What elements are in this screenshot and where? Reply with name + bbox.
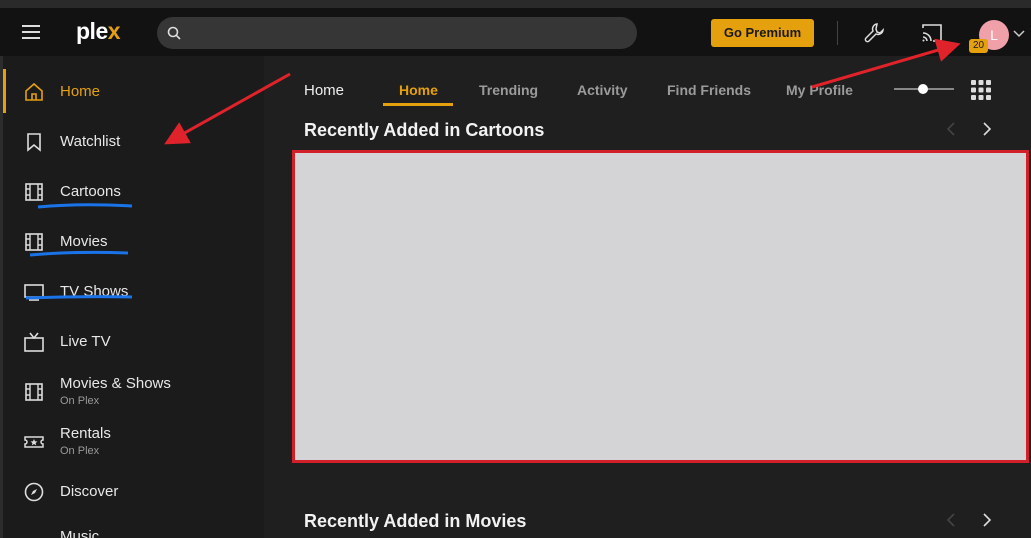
sidebar-item-label: Cartoons (60, 183, 121, 200)
sidebar-item-live-tv[interactable]: Live TV (3, 316, 264, 366)
menu-icon[interactable] (22, 25, 40, 39)
film-icon (25, 183, 43, 201)
top-bar: plex Go Premium L 20 (0, 8, 1031, 56)
sidebar-item-cartoons[interactable]: Cartoons (3, 166, 264, 216)
main-content: Home Home Trending Activity Find Friends… (264, 56, 1031, 538)
sidebar-item-movies[interactable]: Movies (3, 216, 264, 266)
sidebar-item-music[interactable]: Music (3, 511, 264, 538)
sidebar: Home Watchlist Cartoons Movies TV Shows … (0, 56, 264, 538)
grid-view-icon[interactable] (971, 80, 991, 100)
tab-find-friends[interactable]: Find Friends (667, 82, 751, 98)
chevron-left-icon[interactable] (946, 513, 956, 527)
tab-home[interactable]: Home (399, 82, 438, 98)
window-top-strip (0, 0, 1031, 8)
chevron-right-icon[interactable] (982, 122, 992, 136)
film-icon (25, 383, 43, 401)
search-icon (167, 26, 181, 40)
sidebar-item-sublabel: On Plex (60, 445, 100, 457)
ticket-icon (24, 436, 44, 448)
sidebar-item-label: Live TV (60, 333, 111, 350)
notification-badge: 20 (969, 39, 989, 53)
sidebar-item-sublabel: On Plex (60, 395, 100, 407)
breadcrumb: Home (304, 82, 345, 99)
chevron-right-icon[interactable] (982, 513, 992, 527)
bookmark-icon (27, 133, 41, 152)
sidebar-item-label: Movies & Shows (60, 375, 171, 392)
monitor-icon (24, 284, 44, 301)
sidebar-item-label: Home (60, 83, 101, 100)
section-title-cartoons[interactable]: Recently Added in Cartoons (304, 120, 544, 141)
toolbar-divider (837, 21, 838, 45)
sidebar-item-home[interactable]: Home (3, 66, 264, 116)
sidebar-item-label: Rentals (60, 425, 111, 442)
tab-activity[interactable]: Activity (577, 82, 628, 98)
sidebar-item-tv-shows[interactable]: TV Shows (3, 266, 264, 316)
section-title-movies[interactable]: Recently Added in Movies (304, 511, 526, 532)
wrench-icon[interactable] (863, 21, 887, 45)
music-icon (23, 531, 45, 538)
chevron-down-icon[interactable] (1013, 30, 1025, 38)
sidebar-item-label: TV Shows (60, 283, 129, 300)
sidebar-item-rentals[interactable]: Rentals On Plex (3, 416, 264, 466)
sidebar-item-label: Movies (60, 233, 108, 250)
sidebar-item-label: Music (60, 528, 100, 538)
sidebar-item-movies-shows[interactable]: Movies & Shows On Plex (3, 366, 264, 416)
film-icon (25, 233, 43, 251)
home-icon (25, 82, 43, 101)
tab-trending[interactable]: Trending (479, 82, 538, 98)
sidebar-item-watchlist[interactable]: Watchlist (3, 116, 264, 166)
go-premium-button[interactable]: Go Premium (711, 19, 814, 47)
plex-logo[interactable]: plex (76, 18, 121, 45)
sidebar-item-discover[interactable]: Discover (3, 466, 264, 516)
sidebar-item-label: Discover (60, 483, 119, 500)
cartoons-content-placeholder (292, 150, 1029, 463)
active-tab-indicator (383, 103, 453, 106)
tab-my-profile[interactable]: My Profile (786, 82, 853, 98)
sidebar-item-label: Watchlist (60, 133, 121, 150)
chevron-left-icon[interactable] (946, 122, 956, 136)
zoom-slider-handle[interactable] (918, 84, 928, 94)
compass-icon (24, 482, 44, 502)
cast-icon[interactable] (920, 22, 944, 44)
search-bar[interactable] (157, 17, 637, 49)
tv-icon (24, 332, 44, 352)
search-input[interactable] (191, 17, 621, 49)
